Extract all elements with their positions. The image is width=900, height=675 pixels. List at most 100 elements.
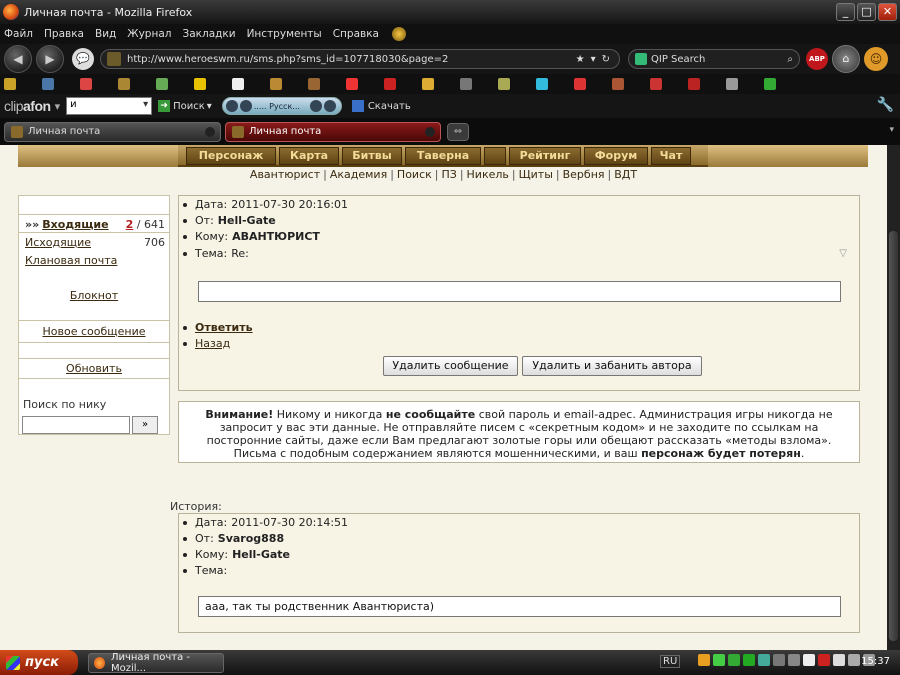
sublink-adventurer[interactable]: Авантюрист bbox=[250, 168, 320, 181]
tray-11-icon[interactable] bbox=[848, 654, 860, 666]
tray-5-icon[interactable] bbox=[758, 654, 770, 666]
adblock-button[interactable]: ABP bbox=[806, 48, 828, 70]
new-message-link[interactable]: Новое сообщение bbox=[19, 325, 169, 338]
download-button[interactable]: Скачать bbox=[351, 100, 411, 112]
bookmark-15-icon[interactable] bbox=[536, 78, 548, 90]
prev-icon[interactable] bbox=[225, 100, 238, 112]
maximize-button[interactable]: □ bbox=[857, 3, 876, 21]
tray-9-icon[interactable] bbox=[818, 654, 830, 666]
tab-2-active[interactable]: Личная почта bbox=[225, 121, 441, 142]
bookmark-19-icon[interactable] bbox=[688, 78, 700, 90]
message-recipient[interactable]: АВАНТЮРИСТ bbox=[232, 230, 320, 243]
menu-character[interactable]: Персонаж bbox=[186, 147, 276, 165]
inbox-label[interactable]: Входящие bbox=[42, 218, 108, 231]
greasemonkey-icon[interactable]: ☺ bbox=[864, 47, 888, 71]
sublink-pz[interactable]: ПЗ bbox=[441, 168, 456, 181]
volume-icon[interactable] bbox=[323, 100, 336, 112]
menu-forum[interactable]: Форум bbox=[584, 147, 648, 165]
bookmark-13-icon[interactable] bbox=[460, 78, 472, 90]
bookmark-10-icon[interactable] bbox=[346, 78, 358, 90]
menu-edit[interactable]: Правка bbox=[44, 28, 84, 40]
delete-message-button[interactable]: Удалить сообщение bbox=[383, 356, 518, 376]
clan-mail-link[interactable]: Клановая почта bbox=[25, 254, 117, 267]
sublink-verbnya[interactable]: Вербня bbox=[563, 168, 605, 181]
tray-2-icon[interactable] bbox=[713, 654, 725, 666]
bookmark-4-icon[interactable] bbox=[118, 78, 130, 90]
scrollbar-thumb[interactable] bbox=[889, 231, 898, 641]
menu-chat[interactable]: Чат bbox=[651, 147, 691, 165]
bookmark-star-icon[interactable]: ★ bbox=[576, 54, 585, 65]
sublink-vdt[interactable]: ВДТ bbox=[614, 168, 637, 181]
menu-bookmarks[interactable]: Закладки bbox=[182, 28, 235, 40]
language-indicator[interactable]: RU bbox=[660, 655, 681, 668]
tray-8-icon[interactable] bbox=[803, 654, 815, 666]
search-placeholder[interactable]: QIP Search bbox=[651, 54, 787, 65]
tray-10-icon[interactable] bbox=[833, 654, 845, 666]
search-box[interactable]: QIP Search ⌕ bbox=[628, 49, 800, 69]
clipafon-search-button[interactable]: ➜ Поиск ▾ bbox=[158, 100, 212, 112]
minimize-button[interactable]: _ bbox=[836, 3, 855, 21]
close-button[interactable]: ✕ bbox=[878, 3, 897, 21]
bookmark-1-icon[interactable] bbox=[4, 78, 16, 90]
bookmark-21-icon[interactable] bbox=[764, 78, 776, 90]
bookmark-12-icon[interactable] bbox=[422, 78, 434, 90]
home-button[interactable]: ⌂ bbox=[832, 45, 860, 73]
bookmark-14-icon[interactable] bbox=[498, 78, 510, 90]
menu-help[interactable]: Справка bbox=[333, 28, 379, 40]
bookmark-9-icon[interactable] bbox=[308, 78, 320, 90]
nick-search-button[interactable]: » bbox=[132, 416, 158, 434]
history-sender[interactable]: Svarog888 bbox=[218, 532, 284, 545]
menu-file[interactable]: Файл bbox=[4, 28, 33, 40]
magnifier-icon[interactable]: ⌕ bbox=[787, 54, 793, 65]
nick-search-input[interactable] bbox=[22, 416, 130, 434]
bookmark-mail-icon[interactable] bbox=[80, 78, 92, 90]
taskbar-firefox-item[interactable]: Личная почта - Mozil... bbox=[88, 652, 224, 674]
logo-dropdown-icon[interactable]: ▾ bbox=[55, 100, 61, 113]
message-sender[interactable]: Hell-Gate bbox=[218, 214, 276, 227]
sublink-search[interactable]: Поиск bbox=[397, 168, 432, 181]
reply-link[interactable]: Ответить bbox=[195, 321, 253, 334]
bookmark-6-icon[interactable] bbox=[194, 78, 206, 90]
tray-6-icon[interactable] bbox=[773, 654, 785, 666]
bookmark-16-icon[interactable] bbox=[574, 78, 586, 90]
outbox-link[interactable]: Исходящие bbox=[25, 236, 91, 249]
menu-rating[interactable]: Рейтинг bbox=[509, 147, 581, 165]
inbox-unread-count[interactable]: 2 bbox=[126, 218, 134, 231]
bookmark-5-icon[interactable] bbox=[156, 78, 168, 90]
radio-player[interactable]: ..... Русск... bbox=[221, 97, 342, 115]
inbox-item[interactable]: »» Входящие bbox=[25, 218, 109, 231]
filter-icon[interactable]: ▽ bbox=[839, 248, 847, 259]
chat-bubble-icon[interactable]: 💬 bbox=[72, 48, 94, 70]
tray-1-icon[interactable] bbox=[698, 654, 710, 666]
wrench-icon[interactable]: 🔧 bbox=[877, 97, 894, 113]
dropdown-arrow-icon[interactable]: ▾ bbox=[591, 54, 596, 65]
url-text[interactable]: http://www.heroeswm.ru/sms.php?sms_id=10… bbox=[127, 54, 573, 65]
bookmark-8-icon[interactable] bbox=[270, 78, 282, 90]
menu-battles[interactable]: Битвы bbox=[342, 147, 402, 165]
bookmark-18-icon[interactable] bbox=[650, 78, 662, 90]
menu-tools[interactable]: Инструменты bbox=[247, 28, 322, 40]
menu-blank[interactable] bbox=[484, 147, 506, 165]
menu-map[interactable]: Карта bbox=[279, 147, 339, 165]
start-button[interactable]: пуск bbox=[0, 650, 78, 675]
refresh-link[interactable]: Обновить bbox=[19, 362, 169, 375]
back-link[interactable]: Назад bbox=[195, 337, 230, 350]
delete-ban-button[interactable]: Удалить и забанить автора bbox=[522, 356, 702, 376]
tab-close-icon[interactable] bbox=[205, 126, 215, 137]
bookmark-20-icon[interactable] bbox=[726, 78, 738, 90]
sublink-nickel[interactable]: Никель bbox=[467, 168, 509, 181]
menu-tavern[interactable]: Таверна bbox=[405, 147, 481, 165]
play-icon[interactable] bbox=[239, 100, 252, 112]
menu-history[interactable]: Журнал bbox=[127, 28, 171, 40]
bookmark-7-icon[interactable] bbox=[232, 78, 244, 90]
stop-icon[interactable] bbox=[309, 100, 322, 112]
tray-7-icon[interactable] bbox=[788, 654, 800, 666]
tab-list-icon[interactable]: ▾ bbox=[889, 125, 894, 135]
history-recipient[interactable]: Hell-Gate bbox=[232, 548, 290, 561]
tray-4-icon[interactable] bbox=[743, 654, 755, 666]
vertical-scrollbar[interactable] bbox=[887, 145, 900, 650]
bookmark-vk-icon[interactable] bbox=[42, 78, 54, 90]
search-dropdown-icon[interactable]: ▾ bbox=[207, 101, 212, 112]
bookmark-17-icon[interactable] bbox=[612, 78, 624, 90]
clipafon-search-input[interactable]: и bbox=[66, 97, 153, 115]
